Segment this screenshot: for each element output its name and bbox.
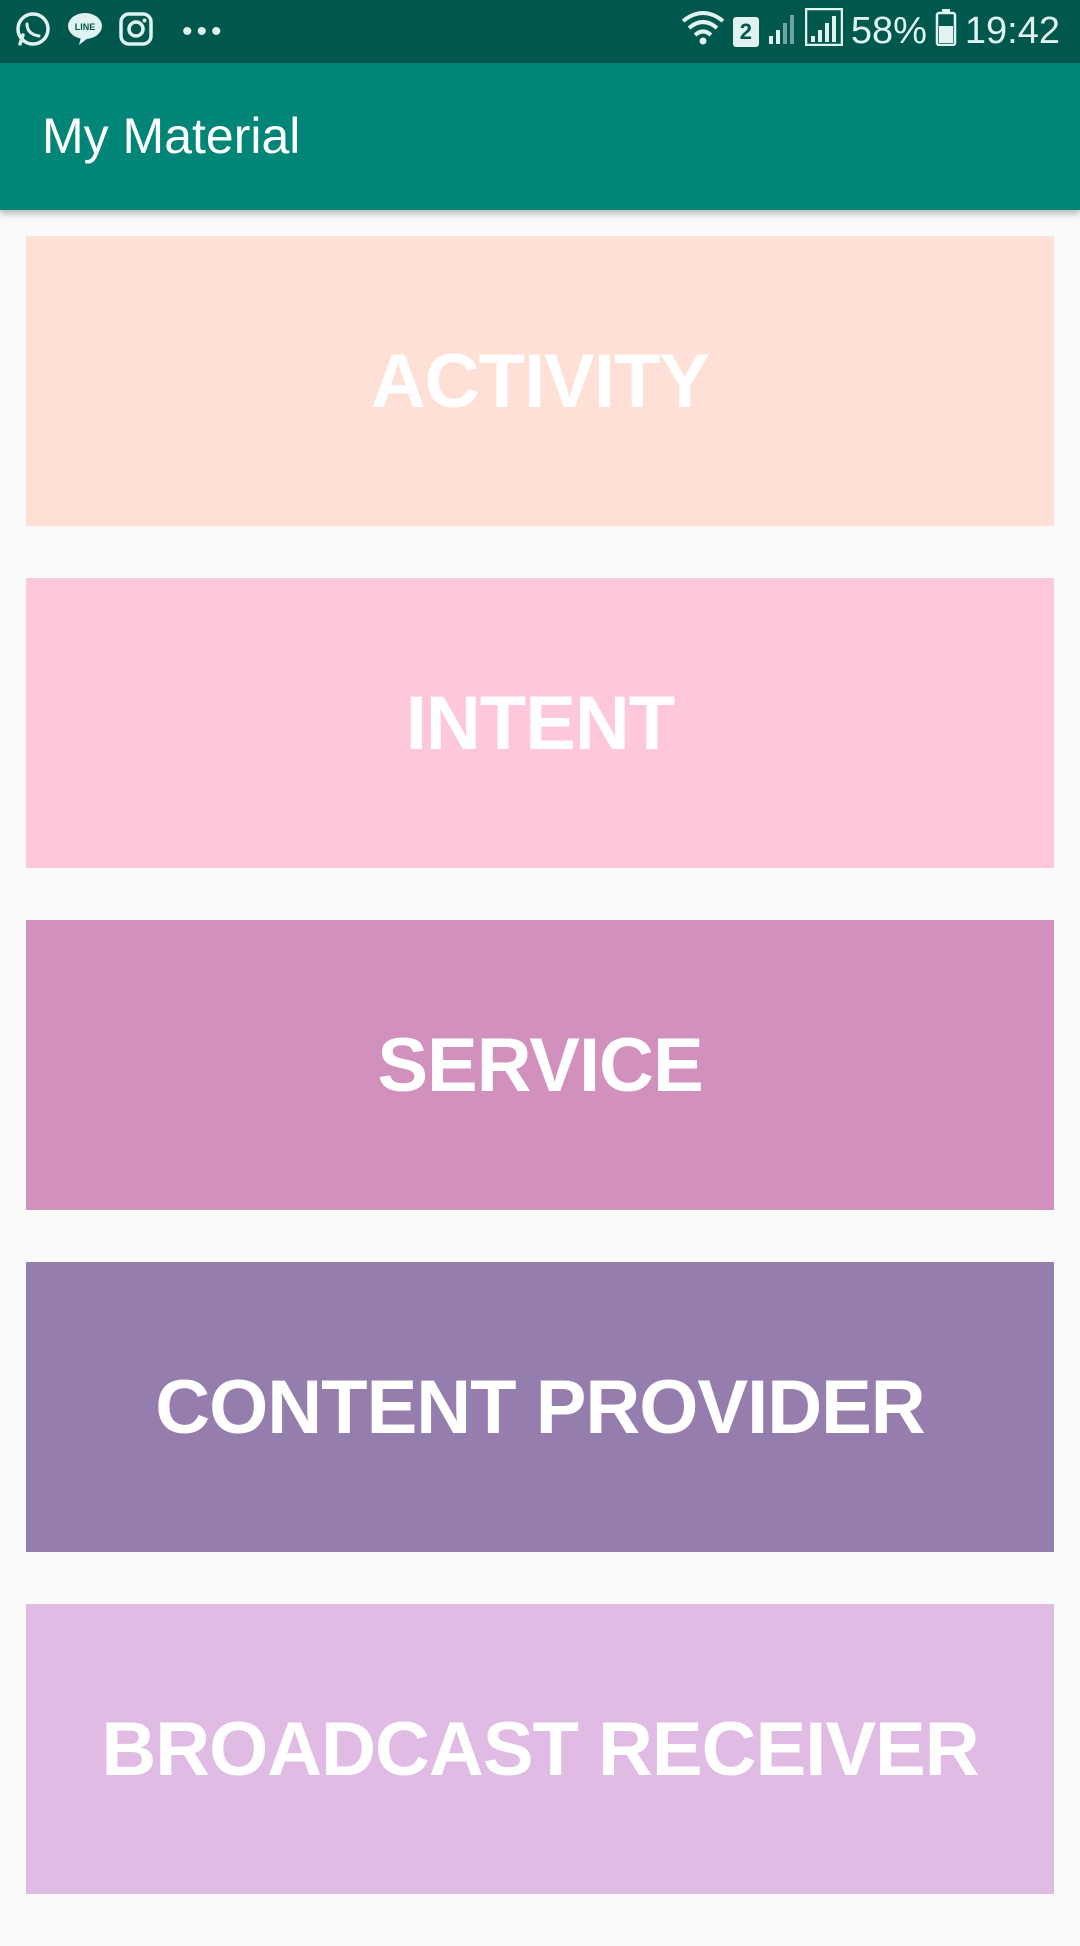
activity-button[interactable]: ACTIVITY <box>26 236 1054 526</box>
broadcast-receiver-label: BROADCAST RECEIVER <box>101 1706 979 1792</box>
status-bar: LINE ••• 2 58% 19:42 <box>0 0 1080 63</box>
app-title: My Material <box>42 108 301 164</box>
more-notifications-icon: ••• <box>182 14 226 48</box>
signal-sim1-icon <box>767 10 797 54</box>
content-provider-label: CONTENT PROVIDER <box>155 1364 925 1450</box>
battery-percentage: 58% <box>850 10 927 52</box>
wifi-icon <box>681 9 725 55</box>
service-label: SERVICE <box>377 1022 703 1108</box>
intent-button[interactable]: INTENT <box>26 578 1054 868</box>
tile-list: ACTIVITY INTENT SERVICE CONTENT PROVIDER… <box>26 236 1054 1946</box>
activity-label: ACTIVITY <box>370 338 710 424</box>
signal-sim2-icon <box>804 7 844 56</box>
notification-icons: LINE ••• <box>14 0 226 63</box>
svg-text:LINE: LINE <box>75 22 96 32</box>
whatsapp-icon <box>14 10 52 53</box>
system-status: 2 58% 19:42 <box>681 0 1060 63</box>
content-provider-button[interactable]: CONTENT PROVIDER <box>26 1262 1054 1552</box>
line-icon: LINE <box>66 10 104 53</box>
broadcast-receiver-button[interactable]: BROADCAST RECEIVER <box>26 1604 1054 1894</box>
clock: 19:42 <box>964 10 1060 52</box>
instagram-icon <box>118 11 154 52</box>
battery-icon <box>935 8 957 56</box>
service-button[interactable]: SERVICE <box>26 920 1054 1210</box>
intent-label: INTENT <box>405 680 675 766</box>
sim-badge: 2 <box>732 16 759 47</box>
app-bar: My Material <box>0 63 1080 210</box>
